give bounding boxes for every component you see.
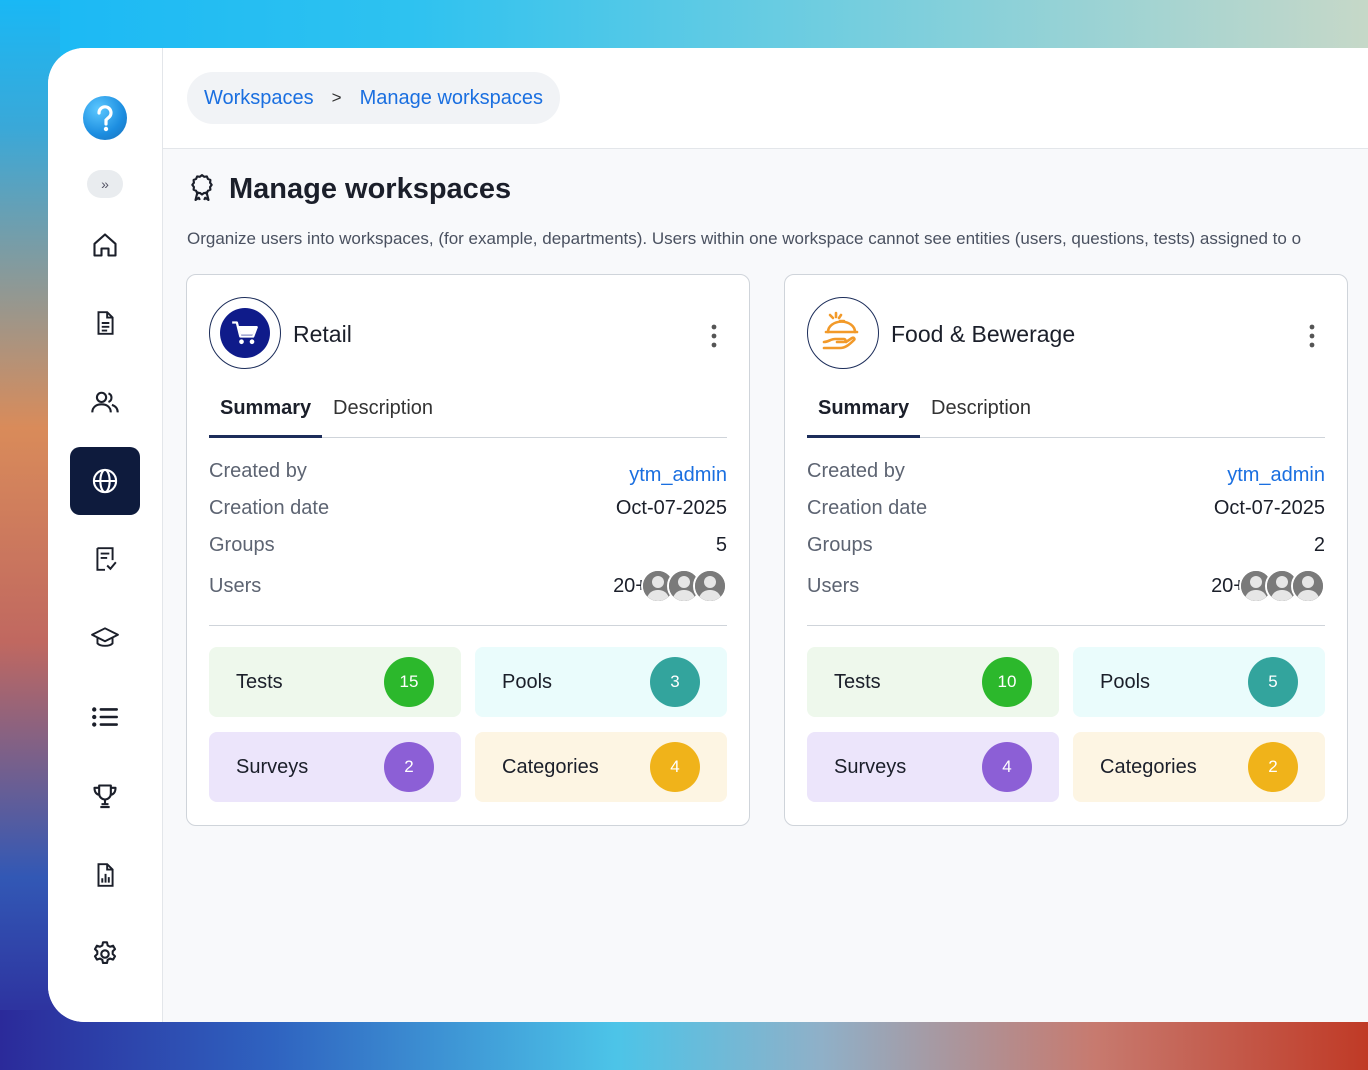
graduation-cap-icon[interactable] [82,615,128,661]
tests-stat[interactable]: Tests 15 [209,647,461,717]
tab-description[interactable]: Description [931,397,1031,420]
categories-label: Categories [1100,756,1197,778]
tests-stat[interactable]: Tests 10 [807,647,1059,717]
users-label: Users [807,575,860,597]
checklist-icon[interactable] [82,536,128,582]
food-serving-icon [820,308,866,359]
surveys-count-badge: 4 [982,742,1032,792]
more-options-icon[interactable] [1307,323,1317,349]
pools-stat[interactable]: Pools 5 [1073,647,1325,717]
main-content: Manage workspaces Organize users into wo… [163,149,1368,1022]
workspace-avatar [807,297,879,369]
creation-date-value: Oct-07-2025 [1213,497,1325,519]
created-by-value[interactable]: ytm_admin [629,464,727,487]
groups-value: 5 [715,534,727,556]
users-avatars[interactable]: 20+ [1211,569,1325,603]
card-divider [209,625,727,626]
groups-value: 2 [1313,534,1325,556]
card-divider [807,625,1325,626]
categories-count-badge: 4 [650,742,700,792]
tab-summary[interactable]: Summary [818,397,909,420]
workspace-card-retail: Retail Summary Description Created by yt… [186,274,750,826]
surveys-label: Surveys [236,756,309,778]
surveys-count-badge: 2 [384,742,434,792]
list-icon[interactable] [82,694,128,740]
created-by-value[interactable]: ytm_admin [1227,464,1325,487]
globe-icon[interactable] [70,447,140,515]
tests-count-badge: 15 [384,657,434,707]
expand-sidebar-button[interactable]: » [87,170,123,198]
creation-date-label: Creation date [209,497,330,519]
surveys-stat[interactable]: Surveys 4 [807,732,1059,802]
creation-date-row: Creation date Oct-07-2025 [807,497,1325,520]
users-avatars[interactable]: 20+ [613,569,727,603]
creation-date-label: Creation date [807,497,928,519]
users-row: Users 20+ [807,569,1325,603]
tests-count-badge: 10 [982,657,1032,707]
created-by-label: Created by [209,460,307,482]
categories-count-badge: 2 [1248,742,1298,792]
groups-row: Groups 2 [807,534,1325,557]
active-tab-indicator [209,435,322,438]
workspace-card-food-bewerage: Food & Bewerage Summary Description Crea… [784,274,1348,826]
categories-stat[interactable]: Categories 4 [475,732,727,802]
tab-summary[interactable]: Summary [220,397,311,420]
pools-count-badge: 5 [1248,657,1298,707]
groups-label: Groups [807,534,873,556]
users-row: Users 20+ [209,569,727,603]
active-tab-indicator [807,435,920,438]
shopping-cart-icon [220,308,270,358]
breadcrumb: Workspaces > Manage workspaces [187,72,561,124]
workspace-avatar [209,297,281,369]
workspace-tabs: Summary Description [807,387,1325,438]
tab-description[interactable]: Description [333,397,433,420]
workspace-name: Retail [293,321,352,347]
top-bar: Workspaces > Manage workspaces [163,48,1368,149]
surveys-label: Surveys [834,756,907,778]
pools-label: Pools [502,671,553,693]
breadcrumb-separator: > [331,88,342,107]
categories-label: Categories [502,756,599,778]
trophy-icon[interactable] [82,773,128,819]
users-label: Users [209,575,262,597]
created-by-row: Created by ytm_admin [807,460,1325,486]
created-by-row: Created by ytm_admin [209,460,727,486]
created-by-label: Created by [807,460,905,482]
home-icon[interactable] [82,222,128,268]
page-subtitle: Organize users into workspaces, (for exa… [187,229,1302,248]
user-avatar [1291,569,1325,603]
tests-label: Tests [236,671,283,693]
groups-label: Groups [209,534,275,556]
creation-date-row: Creation date Oct-07-2025 [209,497,727,520]
pools-count-badge: 3 [650,657,700,707]
award-icon [189,173,215,206]
workspace-tabs: Summary Description [209,387,727,438]
breadcrumb-current[interactable]: Manage workspaces [360,87,543,110]
report-icon[interactable] [82,852,128,898]
sidebar: » [48,48,163,1022]
creation-date-value: Oct-07-2025 [615,497,727,519]
categories-stat[interactable]: Categories 2 [1073,732,1325,802]
workspace-name: Food & Bewerage [891,321,1076,347]
app-logo[interactable] [83,96,127,140]
surveys-stat[interactable]: Surveys 2 [209,732,461,802]
users-icon[interactable] [82,379,128,425]
tests-label: Tests [834,671,881,693]
breadcrumb-workspaces-link[interactable]: Workspaces [204,87,314,110]
user-avatar [693,569,727,603]
pools-stat[interactable]: Pools 3 [475,647,727,717]
groups-row: Groups 5 [209,534,727,557]
document-icon[interactable] [82,300,128,346]
app-window: » Workspaces > Manage workspaces Manage … [48,48,1368,1022]
page-title: Manage workspaces [229,173,512,205]
settings-icon[interactable] [82,931,128,977]
more-options-icon[interactable] [709,323,719,349]
pools-label: Pools [1100,671,1151,693]
